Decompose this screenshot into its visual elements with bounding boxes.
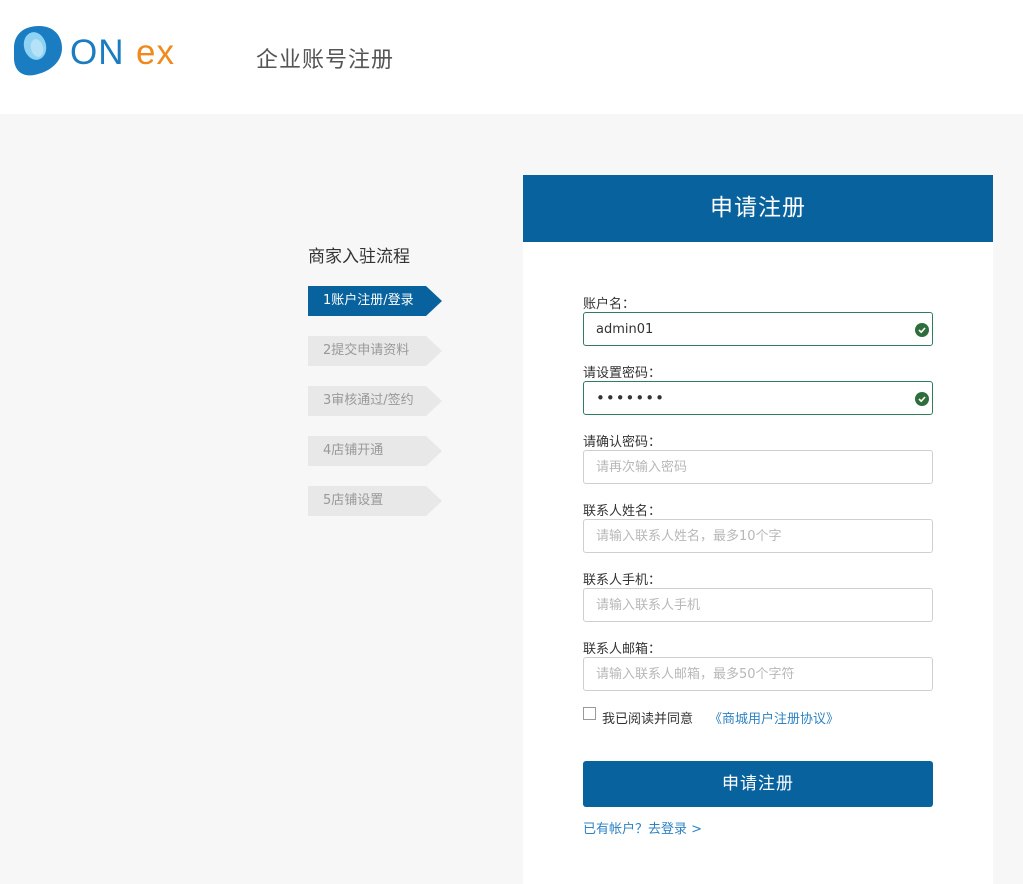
onex-logo[interactable]: ON ex [12,24,202,78]
account-field [583,312,933,346]
step-label: 2提交申请资料 [323,343,410,358]
step-review-sign: 3审核通过/签约 [308,386,442,416]
contact-name-field [583,519,933,553]
logo-mark-icon: ON ex [14,26,175,76]
check-icon [915,323,929,337]
agree-checkbox[interactable] [583,707,596,720]
submit-register-button[interactable]: 申请注册 [583,761,933,807]
check-icon [915,392,929,406]
step-shop-open: 4店铺开通 [308,436,442,466]
contact-name-label: 联系人姓名： [583,504,662,519]
step-label: 3审核通过/签约 [323,393,414,408]
password-label: 请设置密码： [583,366,662,381]
contact-name-input[interactable] [596,520,906,552]
step-account-register: 1账户注册/登录 [308,286,442,316]
contact-email-input[interactable] [596,658,906,690]
password-input[interactable] [596,382,906,414]
step-submit-materials: 2提交申请资料 [308,336,442,366]
confirm-password-field [583,450,933,484]
register-panel: 申请注册 账户名： 请设置密码： 请确认密码： 联系人姓名： 联系人手机： 联系… [523,175,993,884]
contact-email-field [583,657,933,691]
confirm-password-label: 请确认密码： [583,435,662,450]
login-link[interactable]: 已有帐户？去登录 > [583,818,702,837]
page-title: 企业账号注册 [256,48,395,73]
password-field [583,381,933,415]
agree-text: 我已阅读并同意 [602,712,694,727]
step-label: 4店铺开通 [323,443,384,458]
contact-phone-field [583,588,933,622]
contact-phone-input[interactable] [596,589,906,621]
svg-text:ON: ON [70,33,125,72]
contact-email-label: 联系人邮箱： [583,642,662,657]
step-label: 1账户注册/登录 [323,293,414,308]
step-shop-settings: 5店铺设置 [308,486,442,516]
contact-phone-label: 联系人手机： [583,573,662,588]
header: ON ex 企业账号注册 [0,0,1023,114]
steps-title: 商家入驻流程 [308,247,410,267]
account-input[interactable] [596,313,906,345]
confirm-password-input[interactable] [596,451,906,483]
account-label: 账户名： [583,297,636,312]
svg-text:ex: ex [136,33,175,72]
agreement-link[interactable]: 《商城用户注册协议》 [709,708,839,727]
form-title: 申请注册 [523,175,993,242]
step-label: 5店铺设置 [323,493,384,508]
